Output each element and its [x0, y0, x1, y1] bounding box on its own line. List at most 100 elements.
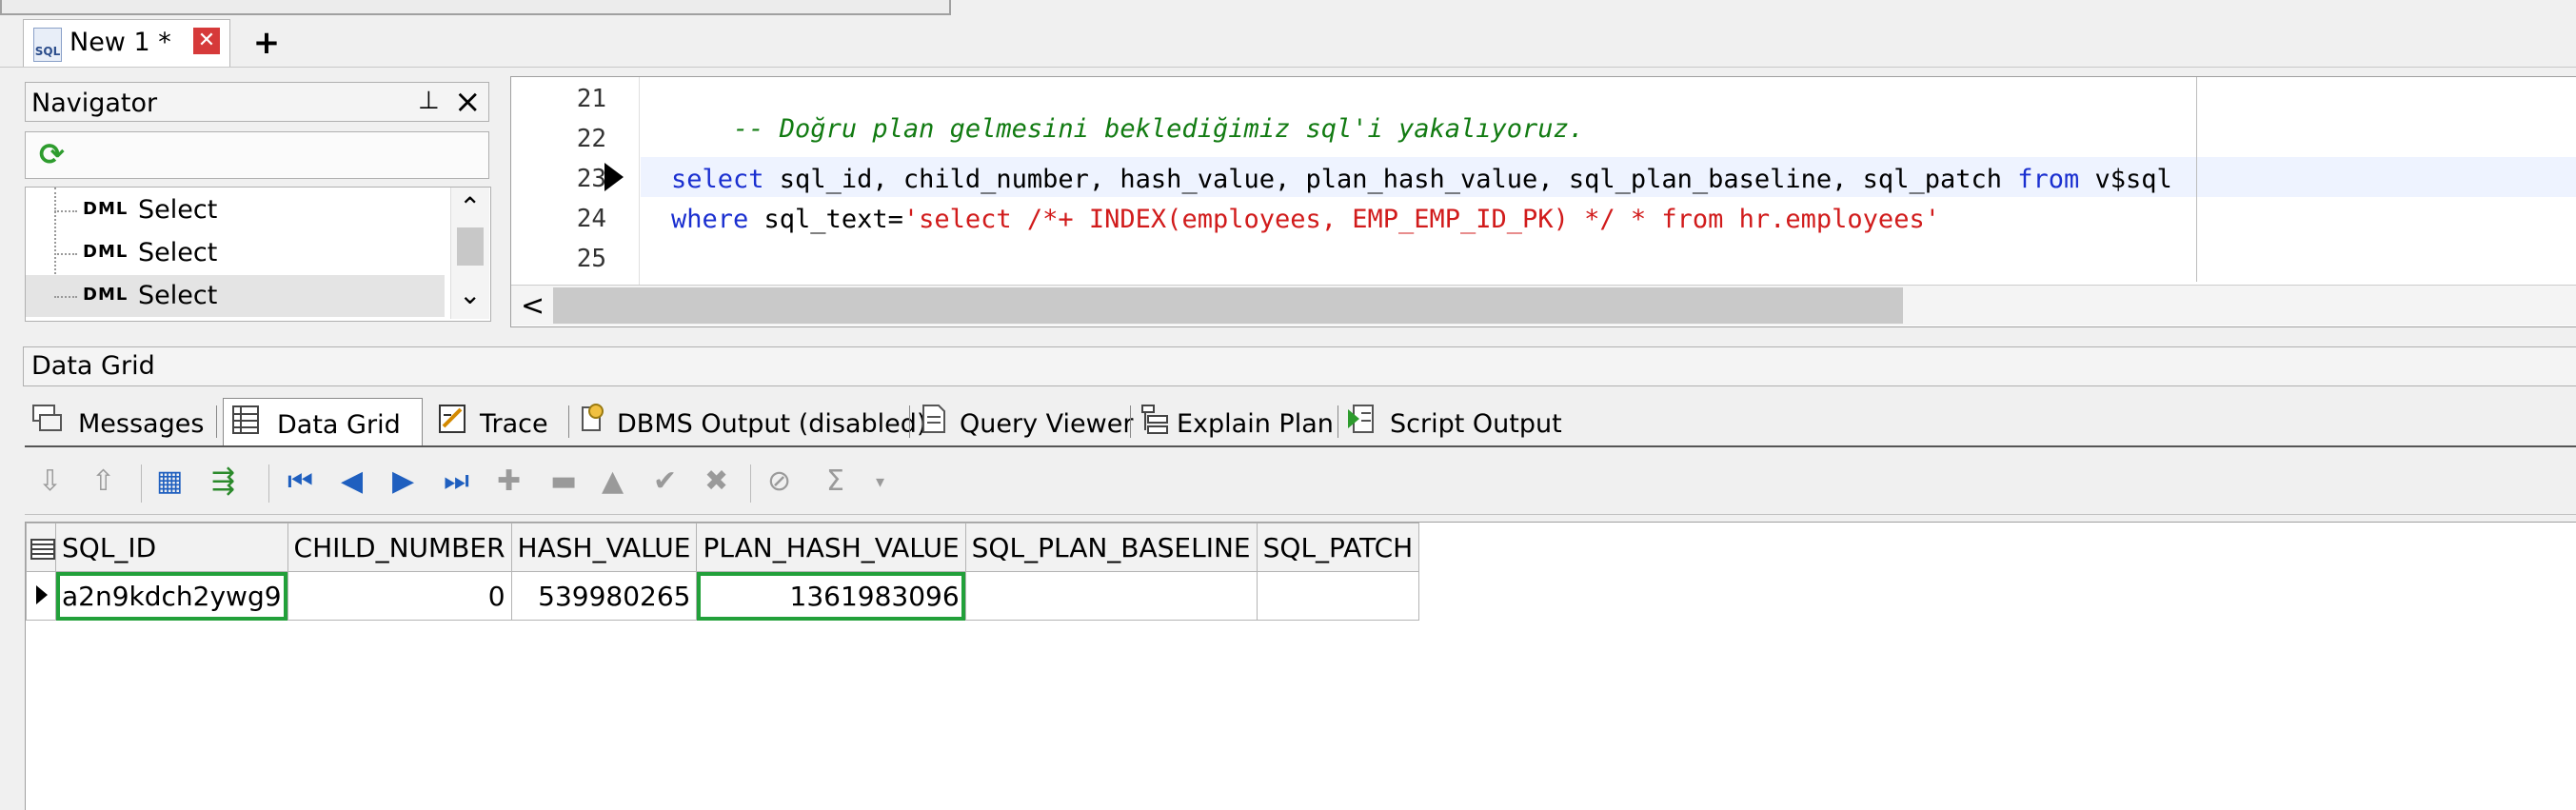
tab-trace[interactable]: Trace: [430, 398, 569, 445]
script-output-icon: [1348, 405, 1374, 433]
list-item-selected[interactable]: DML Select: [26, 275, 445, 317]
tab-new-1[interactable]: SQL New 1 * ✕: [23, 19, 230, 68]
dml-icon: DML: [83, 242, 129, 262]
cancel-record-icon[interactable]: ✖: [704, 464, 728, 498]
tab-strip-divider: [0, 67, 2576, 68]
chevron-left-icon[interactable]: <: [521, 289, 545, 323]
edit-record-icon[interactable]: ▲: [602, 464, 624, 498]
row-indicator[interactable]: [26, 571, 56, 621]
dml-icon: DML: [83, 199, 129, 219]
grid-view-icon[interactable]: ▦: [156, 464, 183, 498]
column-header[interactable]: SQL_PATCH: [1256, 523, 1420, 572]
table-row[interactable]: a2n9kdch2ywg9 0 539980265 1361983096: [26, 571, 1420, 621]
scrollbar-thumb[interactable]: [457, 227, 484, 266]
tab-title: New 1 *: [69, 28, 171, 57]
sum-icon[interactable]: Σ: [826, 464, 844, 498]
list-item[interactable]: DML Select: [26, 232, 445, 274]
grid-toolbar: ⇩ ⇧ ▦ ⇶ ⏮ ◀ ▶ ⏭ ✚ ▬ ▲ ✔ ✖ ⊘ Σ ▾: [25, 455, 2576, 512]
tab-script-output[interactable]: Script Output: [1340, 398, 1562, 445]
chevron-down-icon[interactable]: ⌄: [459, 279, 481, 310]
post-record-icon[interactable]: ✔: [653, 464, 677, 498]
tree-connector: [54, 253, 77, 255]
sql-keyword: where: [671, 205, 749, 234]
sql-keyword: select: [671, 165, 764, 194]
table-header-row: SQL_ID CHILD_NUMBER HASH_VALUE PLAN_HASH…: [26, 523, 1420, 572]
table-cell[interactable]: 0: [287, 571, 512, 621]
tab-messages[interactable]: Messages: [25, 398, 217, 445]
list-item-label: Select: [138, 281, 218, 310]
table-cell[interactable]: [964, 571, 1258, 621]
column-header[interactable]: HASH_VALUE: [510, 523, 698, 572]
close-icon[interactable]: ×: [454, 83, 482, 121]
scrollbar-thumb[interactable]: [553, 287, 1903, 324]
list-item-label: Select: [138, 238, 218, 267]
tab-label: Data Grid: [277, 410, 401, 440]
pin-icon[interactable]: ⊥: [418, 87, 440, 115]
table-cell-plan-hash-value[interactable]: 1361983096: [696, 571, 966, 621]
import-icon[interactable]: ⇧: [91, 464, 115, 498]
refresh-icon[interactable]: ⟳: [39, 136, 65, 172]
tab-separator: [216, 405, 217, 438]
column-header[interactable]: SQL_PLAN_BASELINE: [964, 523, 1258, 572]
line-number: 22: [576, 125, 606, 153]
sql-file-icon: SQL: [33, 28, 62, 62]
line-number: 21: [576, 85, 606, 113]
navigator-panel: Navigator ⊥ × ⟳ DML Select DML Select DM…: [25, 82, 491, 322]
output-tabs: Messages Data Grid Trace DBMS Output (di…: [25, 398, 2576, 447]
code-line-23: select sql_id, child_number, hash_value,…: [671, 165, 2172, 194]
tab-data-grid[interactable]: Data Grid: [223, 398, 423, 446]
tab-label: Query Viewer: [960, 409, 1134, 439]
sql-text: sql_id, child_number, hash_value, plan_h…: [763, 165, 2018, 194]
tab-query-viewer[interactable]: Query Viewer: [912, 398, 1133, 445]
column-header[interactable]: PLAN_HASH_VALUE: [696, 523, 966, 572]
results-grid: SQL_ID CHILD_NUMBER HASH_VALUE PLAN_HASH…: [25, 522, 2576, 810]
sql-text: sql_text=: [748, 205, 903, 234]
table-cell[interactable]: 539980265: [510, 571, 698, 621]
navigator-refresh-bar: ⟳: [25, 131, 489, 179]
last-record-icon[interactable]: ⏭: [444, 464, 469, 498]
tab-separator: [568, 405, 569, 438]
tab-separator: [1130, 405, 1131, 438]
data-grid-icon: [232, 405, 259, 434]
navigator-scrollbar[interactable]: ⌃ ⌄: [450, 188, 489, 319]
new-tab-button[interactable]: +: [248, 25, 286, 63]
table-cell[interactable]: [1256, 571, 1420, 621]
chevron-up-icon[interactable]: ⌃: [459, 191, 481, 223]
tab-label: DBMS Output (disabled): [617, 409, 927, 439]
next-record-icon[interactable]: ▶: [392, 464, 414, 498]
tab-explain-plan[interactable]: Explain Plan: [1133, 398, 1338, 445]
prev-record-icon[interactable]: ◀: [341, 464, 363, 498]
insert-record-icon[interactable]: ✚: [497, 464, 521, 498]
close-icon[interactable]: ✕: [193, 28, 220, 54]
line-number: 23: [576, 165, 606, 193]
sql-comment: -- Doğru plan gelmesini beklediğimiz sql…: [733, 114, 1585, 144]
tab-label: Messages: [78, 409, 205, 439]
grid-corner[interactable]: [26, 523, 56, 572]
code-line-21: -- Doğru plan gelmesini beklediğimiz sql…: [671, 85, 1584, 173]
line-number: 25: [576, 245, 606, 273]
list-item[interactable]: DML Select: [26, 189, 445, 231]
first-record-icon[interactable]: ⏮: [287, 464, 313, 498]
grid-menu-icon: [30, 538, 55, 560]
list-item-label: Select: [138, 195, 218, 225]
dbms-output-icon: [582, 404, 604, 431]
chevron-down-icon[interactable]: ▾: [876, 472, 884, 492]
tab-dbms-output[interactable]: DBMS Output (disabled): [571, 398, 926, 445]
explain-plan-icon: [1141, 405, 1168, 434]
table-cell-sql-id[interactable]: a2n9kdch2ywg9: [55, 571, 288, 621]
tree-connector: [54, 210, 77, 212]
clear-filter-icon[interactable]: ⊘: [767, 464, 791, 498]
tree-connector: [54, 296, 77, 298]
panel-title: Data Grid: [31, 351, 155, 381]
sql-keyword: from: [2017, 165, 2080, 194]
sql-editor[interactable]: 21 22 23 24 25 -- Doğru plan gelmesini b…: [510, 76, 2576, 327]
export-grid-icon[interactable]: ⇶: [211, 464, 235, 498]
column-header[interactable]: SQL_ID: [55, 523, 288, 572]
messages-icon: [32, 405, 62, 431]
current-row-icon: [36, 585, 48, 604]
delete-record-icon[interactable]: ▬: [550, 464, 577, 498]
editor-horizontal-scrollbar[interactable]: <: [511, 285, 2576, 326]
column-header[interactable]: CHILD_NUMBER: [287, 523, 512, 572]
tab-label: Script Output: [1390, 409, 1562, 439]
export-icon[interactable]: ⇩: [38, 464, 62, 498]
